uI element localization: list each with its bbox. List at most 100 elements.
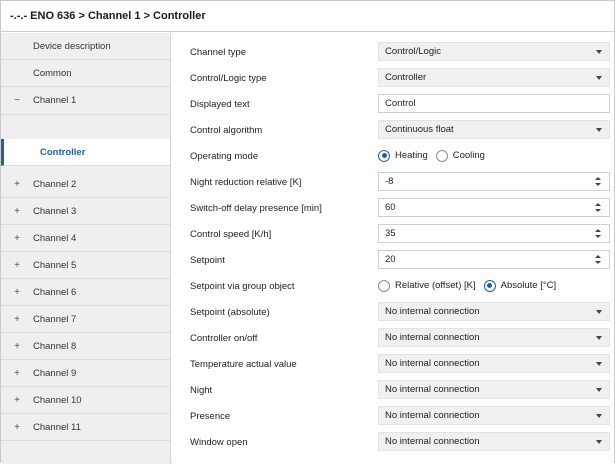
sidebar-item-label: Channel 1 xyxy=(33,95,77,106)
param-row-window-open: Window open No internal connection xyxy=(172,429,614,455)
param-row-setpoint: Setpoint 20 xyxy=(172,247,614,273)
select-value: No internal connection xyxy=(385,332,480,343)
sidebar-item-label: Channel 6 xyxy=(33,286,77,298)
radio-checked-icon xyxy=(483,279,496,292)
sidebar-item-channel-7[interactable]: + Channel 7 xyxy=(1,306,170,333)
expand-icon[interactable]: + xyxy=(12,206,22,217)
radio-label: Cooling xyxy=(452,150,485,161)
param-row-setpoint-group-object: Setpoint via group object Relative (offs… xyxy=(172,273,614,299)
sidebar-item-channel-1[interactable]: − Channel 1 xyxy=(1,87,170,115)
radio-checked-icon xyxy=(378,149,390,162)
sidebar-item-label: Common xyxy=(33,67,72,79)
presence-select[interactable]: No internal connection xyxy=(378,406,610,425)
window-open-select[interactable]: No internal connection xyxy=(378,432,610,451)
param-row-control-algorithm: Control algorithm Continuous float xyxy=(172,117,614,143)
param-row-operating-mode: Operating mode Heating Cooling xyxy=(172,143,614,169)
sidebar-item-label: Device description xyxy=(33,40,111,52)
param-label: Setpoint via group object xyxy=(190,280,295,292)
collapse-icon[interactable]: − xyxy=(12,95,22,106)
sidebar-item-channel-6[interactable]: + Channel 6 xyxy=(1,279,170,306)
param-row-temperature-actual: Temperature actual value No internal con… xyxy=(172,351,614,377)
param-label: Operating mode xyxy=(190,150,259,162)
sidebar-item-label: Channel 10 xyxy=(33,394,82,406)
radio-relative-offset[interactable]: Relative (offset) [K] xyxy=(378,279,476,292)
expand-icon[interactable]: + xyxy=(12,260,22,271)
spin-up-icon[interactable] xyxy=(595,203,601,206)
select-value: Controller xyxy=(385,72,427,83)
sidebar-item-label: Controller xyxy=(40,146,86,158)
spin-down-icon[interactable] xyxy=(595,209,601,212)
sidebar-item-channel-9[interactable]: + Channel 9 xyxy=(1,360,170,387)
expand-icon[interactable]: + xyxy=(12,314,22,325)
param-label: Setpoint (absolute) xyxy=(190,306,270,318)
radio-heating[interactable]: Heating xyxy=(378,149,428,162)
radio-cooling[interactable]: Cooling xyxy=(435,149,485,162)
param-label: Temperature actual value xyxy=(190,358,297,370)
channel-type-select[interactable]: Control/Logic xyxy=(378,42,610,61)
chevron-down-icon xyxy=(596,388,602,392)
setpoint-spinner[interactable]: 20 xyxy=(378,250,610,269)
sidebar-item-label: Channel 7 xyxy=(33,313,77,325)
expand-icon[interactable]: + xyxy=(12,287,22,298)
app-window: -.-.- ENO 636 > Channel 1 > Controller D… xyxy=(0,0,615,464)
control-algorithm-select[interactable]: Continuous float xyxy=(378,120,610,139)
control-logic-type-select[interactable]: Controller xyxy=(378,68,610,87)
radio-unchecked-icon xyxy=(435,149,448,162)
expand-icon[interactable]: + xyxy=(12,341,22,352)
param-row-night-reduction: Night reduction relative [K] -8 xyxy=(172,169,614,195)
spinner-value: 60 xyxy=(385,202,396,213)
switch-off-delay-spinner[interactable]: 60 xyxy=(378,198,610,217)
param-label: Window open xyxy=(190,436,248,448)
param-label: Presence xyxy=(190,410,231,422)
param-row-presence: Presence No internal connection xyxy=(172,403,614,429)
sidebar-item-channel-3[interactable]: + Channel 3 xyxy=(1,198,170,225)
spin-down-icon[interactable] xyxy=(595,261,601,264)
sidebar-item-channel-8[interactable]: + Channel 8 xyxy=(1,333,170,360)
chevron-down-icon xyxy=(596,310,602,314)
night-reduction-spinner[interactable]: -8 xyxy=(378,172,610,191)
control-speed-spinner[interactable]: 35 xyxy=(378,224,610,243)
param-row-night: Night No internal connection xyxy=(172,377,614,403)
sidebar-item-device-description[interactable]: Device description xyxy=(1,33,170,60)
displayed-text-input[interactable]: Control xyxy=(378,94,610,113)
temperature-actual-select[interactable]: No internal connection xyxy=(378,354,610,373)
spinner-value: 35 xyxy=(385,228,396,239)
param-label: Control algorithm xyxy=(190,124,263,136)
sidebar-item-channel-4[interactable]: + Channel 4 xyxy=(1,225,170,252)
expand-icon[interactable]: + xyxy=(12,395,22,406)
param-label: Control/Logic type xyxy=(190,72,267,84)
sidebar-item-label: Channel 2 xyxy=(33,178,77,190)
sidebar-item-controller[interactable]: Controller xyxy=(1,139,170,166)
select-value: No internal connection xyxy=(385,358,480,369)
operating-mode-radio-group: Heating Cooling xyxy=(378,146,610,165)
sidebar-item-channel-10[interactable]: + Channel 10 xyxy=(1,387,170,414)
sidebar-item-channel-5[interactable]: + Channel 5 xyxy=(1,252,170,279)
sidebar-item-channel-2[interactable]: + Channel 2 xyxy=(1,171,170,198)
param-label: Displayed text xyxy=(190,98,250,110)
sidebar-item-channel-11[interactable]: + Channel 11 xyxy=(1,414,170,441)
sidebar-item-common[interactable]: Common xyxy=(1,60,170,87)
spin-up-icon[interactable] xyxy=(595,177,601,180)
night-select[interactable]: No internal connection xyxy=(378,380,610,399)
spinner-value: -8 xyxy=(385,176,394,187)
chevron-down-icon xyxy=(596,336,602,340)
select-value: No internal connection xyxy=(385,384,480,395)
radio-label: Absolute [°C] xyxy=(500,280,557,291)
sidebar-item-label: Channel 5 xyxy=(33,259,77,271)
radio-absolute[interactable]: Absolute [°C] xyxy=(483,279,557,292)
expand-icon[interactable]: + xyxy=(12,368,22,379)
controller-on-off-select[interactable]: No internal connection xyxy=(378,328,610,347)
spin-up-icon[interactable] xyxy=(595,255,601,258)
spin-down-icon[interactable] xyxy=(595,235,601,238)
sidebar-item-label: Channel 4 xyxy=(33,232,77,244)
chevron-down-icon xyxy=(596,362,602,366)
spin-down-icon[interactable] xyxy=(595,183,601,186)
select-value: Control/Logic xyxy=(385,46,441,57)
chevron-down-icon xyxy=(596,50,602,54)
radio-unchecked-icon xyxy=(378,279,390,292)
expand-icon[interactable]: + xyxy=(12,179,22,190)
setpoint-absolute-select[interactable]: No internal connection xyxy=(378,302,610,321)
expand-icon[interactable]: + xyxy=(12,233,22,244)
spin-up-icon[interactable] xyxy=(595,229,601,232)
expand-icon[interactable]: + xyxy=(12,422,22,433)
